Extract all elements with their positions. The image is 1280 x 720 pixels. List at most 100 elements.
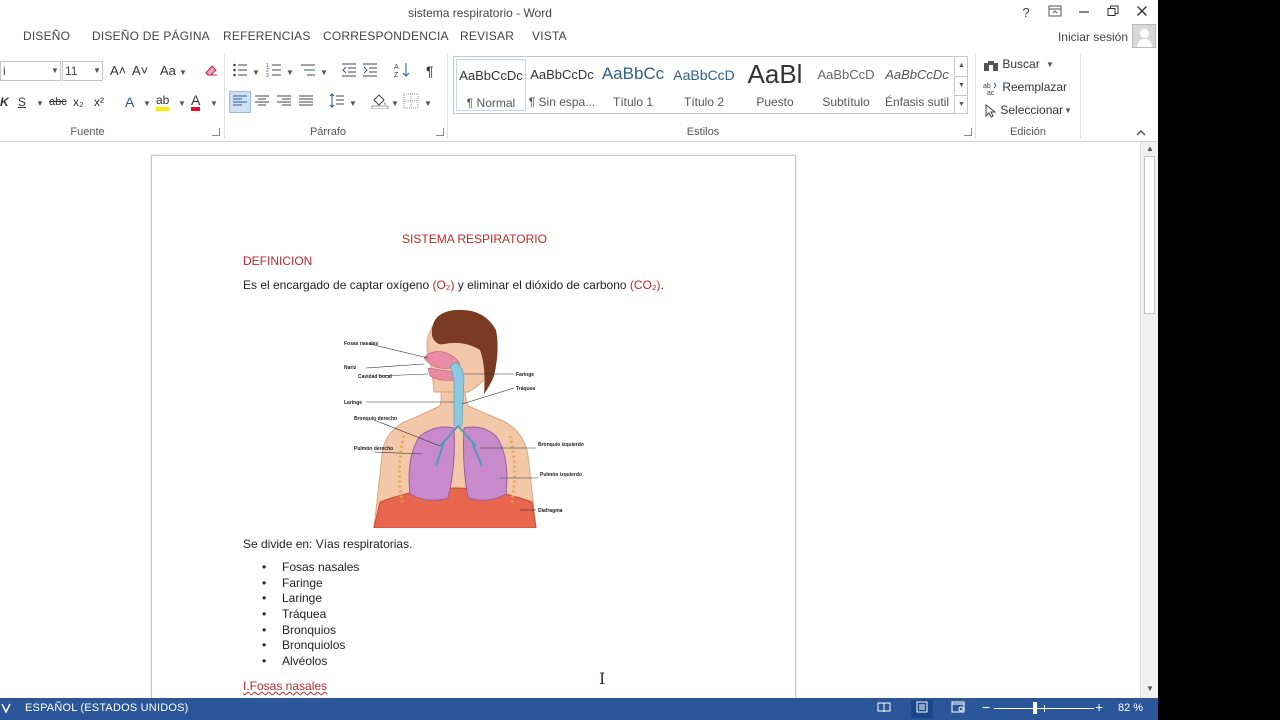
parrafo-dialog-launcher[interactable] (436, 128, 444, 136)
proofing-icon[interactable] (1, 702, 11, 717)
multilevel-list-button[interactable] (300, 62, 316, 83)
gallery-scroll-up[interactable]: ▲ (954, 57, 968, 75)
bullets-button[interactable] (232, 62, 248, 83)
style-puesto[interactable]: AaBl Puesto (740, 59, 810, 111)
numbering-button[interactable]: 123 (266, 62, 282, 83)
font-name-value: i (3, 64, 6, 78)
clear-format-button[interactable] (203, 62, 219, 83)
justify-button[interactable] (298, 93, 314, 114)
user-avatar[interactable] (1132, 24, 1156, 48)
read-mode-button[interactable] (873, 700, 895, 718)
style-titulo-1[interactable]: AaBbCc Título 1 (598, 59, 668, 111)
font-color-button[interactable]: A (191, 93, 201, 111)
close-icon (1137, 6, 1147, 16)
decrease-indent-button[interactable] (341, 62, 357, 83)
tab-diseno-pagina[interactable]: DISEÑO DE PÁGINA (92, 29, 210, 43)
grow-font-button[interactable]: A˄ (110, 62, 126, 80)
style-sample: AaBbCcD (673, 67, 735, 83)
highlight-button[interactable]: ab (156, 93, 170, 111)
gallery-scroll-down[interactable]: ▼ (954, 76, 968, 94)
binoculars-icon (984, 60, 998, 71)
close-button[interactable] (1130, 3, 1154, 23)
status-bar: ESPAÑOL (ESTADOS UNIDOS) − + 82 % (0, 698, 1158, 720)
fuente-dialog-launcher[interactable] (212, 128, 220, 136)
vertical-scrollbar[interactable]: ▲ ▼ (1140, 142, 1158, 698)
style-name: ¶ Normal (466, 96, 516, 110)
tab-correspondencia[interactable]: CORRESPONDENCIA (323, 29, 449, 43)
change-case-button[interactable]: Aa (160, 62, 176, 80)
tab-revisar[interactable]: REVISAR (460, 29, 514, 43)
language-indicator[interactable]: ESPAÑOL (ESTADOS UNIDOS) (25, 702, 189, 714)
list-item: Bronquiolos (262, 638, 359, 654)
line-spacing-button[interactable] (329, 93, 345, 114)
group-label-edicion: Edición (1009, 126, 1047, 138)
underline-button[interactable]: S (18, 93, 26, 111)
style-normal[interactable]: AaBbCcDc ¶ Normal (456, 59, 526, 111)
font-name-box[interactable]: i ▼ (0, 61, 61, 81)
text-effects-button[interactable]: A (125, 93, 134, 111)
chevron-down-icon: ▼ (320, 68, 328, 77)
sort-button[interactable]: AZ (394, 62, 410, 83)
definition-mid: y eliminar el dióxido de carbono (454, 278, 630, 292)
style-sample: AaBbCcDc (530, 67, 594, 82)
chevron-down-icon: ▼ (1064, 106, 1072, 115)
estilos-dialog-launcher[interactable] (964, 128, 972, 136)
label-diafragma: Diafragma (538, 508, 563, 514)
sign-in-link[interactable]: Iniciar sesión (1058, 30, 1128, 44)
select-button[interactable]: Seleccionar (985, 101, 1063, 119)
label-nariz: Nariz (344, 365, 357, 371)
borders-button[interactable] (403, 93, 419, 114)
ribbon-display-options-button[interactable] (1043, 3, 1067, 23)
shrink-font-button[interactable]: A˅ (132, 62, 148, 80)
tab-vista[interactable]: VISTA (532, 29, 567, 43)
style-sin-espaciado[interactable]: AaBbCcDc ¶ Sin espa... (527, 59, 597, 111)
tab-diseno[interactable]: DISEÑO (23, 29, 70, 43)
style-titulo-2[interactable]: AaBbCcD Título 2 (669, 59, 739, 111)
style-sample: AaBbCcDc (459, 68, 523, 83)
multilevel-list-icon (301, 64, 315, 76)
window-title: sistema respiratorio - Word (408, 6, 552, 20)
borders-icon (403, 93, 419, 109)
scroll-down-arrow[interactable]: ▼ (1141, 684, 1158, 693)
chevron-up-icon (1136, 130, 1146, 136)
svg-text:ab: ab (983, 83, 991, 90)
collapse-ribbon-button[interactable] (1136, 124, 1146, 142)
help-button[interactable]: ? (1014, 3, 1038, 23)
align-center-button[interactable] (254, 93, 270, 114)
chevron-down-icon: ▼ (36, 99, 44, 108)
list-item: Faringe (262, 576, 359, 592)
web-layout-icon (951, 701, 965, 713)
document-subheading: DEFINICION (243, 254, 313, 268)
subscript-button[interactable]: x₂ (73, 93, 84, 111)
restore-button[interactable] (1101, 3, 1125, 23)
zoom-out-button[interactable]: − (982, 699, 990, 715)
zoom-in-button[interactable]: + (1095, 699, 1103, 715)
shading-button[interactable] (371, 93, 389, 114)
zoom-percentage[interactable]: 82 % (1118, 702, 1143, 714)
style-enfasis-sutil[interactable]: AaBbCcDc Énfasis sutil (882, 59, 952, 111)
align-right-button[interactable] (276, 93, 292, 114)
web-layout-button[interactable] (947, 700, 969, 718)
co2-formula: (CO₂) (629, 278, 661, 292)
zoom-slider-thumb[interactable] (1033, 702, 1037, 714)
eraser-icon (205, 65, 217, 76)
style-subtitulo[interactable]: AaBbCcD Subtítulo (811, 59, 881, 111)
find-button[interactable]: Buscar (983, 55, 1040, 73)
align-left-button[interactable] (232, 93, 248, 114)
scroll-thumb[interactable] (1144, 156, 1155, 314)
strikethrough-button[interactable]: abc (49, 93, 67, 111)
scroll-up-arrow[interactable]: ▲ (1141, 144, 1158, 153)
tab-referencias[interactable]: REFERENCIAS (223, 29, 311, 43)
gallery-more[interactable]: ▼ (954, 95, 968, 113)
font-size-box[interactable]: 11 ▼ (62, 61, 103, 81)
document-page[interactable]: SISTEMA RESPIRATORIO DEFINICION Es el en… (151, 155, 796, 715)
replace-button[interactable]: ab ac Reemplazar (983, 78, 1067, 97)
superscript-button[interactable]: x² (94, 93, 104, 111)
increase-indent-button[interactable] (362, 62, 378, 83)
style-name: Énfasis sutil (884, 95, 950, 109)
italic-button-partial[interactable]: K (0, 93, 9, 111)
justify-icon (299, 95, 313, 106)
show-formatting-button[interactable]: ¶ (426, 62, 434, 80)
minimize-button[interactable] (1072, 3, 1096, 23)
print-layout-button[interactable] (911, 700, 933, 718)
